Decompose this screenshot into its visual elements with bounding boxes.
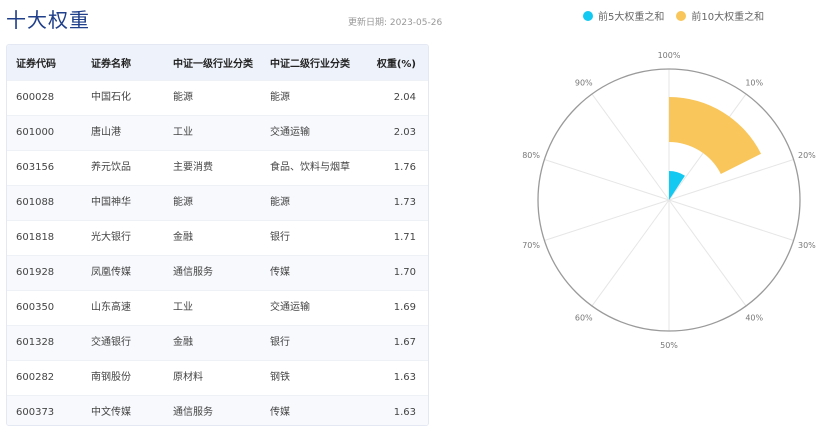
angle-tick-label: 20% [798,151,816,160]
polar-chart: 100% 10% 20% 30% 40% 50% 60% 70% 80% 90% [522,51,816,350]
angle-tick-label: 70% [522,241,540,250]
radial-grid-line [544,199,670,241]
radial-grid-line [668,199,794,241]
angle-tick-label: 80% [522,151,540,160]
radial-grid-line [591,93,670,201]
radial-grid-line [668,199,747,307]
angle-tick-label: 100% [658,51,681,60]
angle-tick-label: 90% [575,79,593,88]
bar-top10 [669,97,762,174]
angle-tick-label: 10% [745,79,763,88]
radial-grid-line [544,159,670,201]
angle-tick-label: 40% [745,313,763,322]
angle-tick-label: 60% [575,313,593,322]
angle-tick-label: 50% [660,341,678,350]
angle-tick-label: 30% [798,241,816,250]
radial-grid-line [591,199,670,307]
